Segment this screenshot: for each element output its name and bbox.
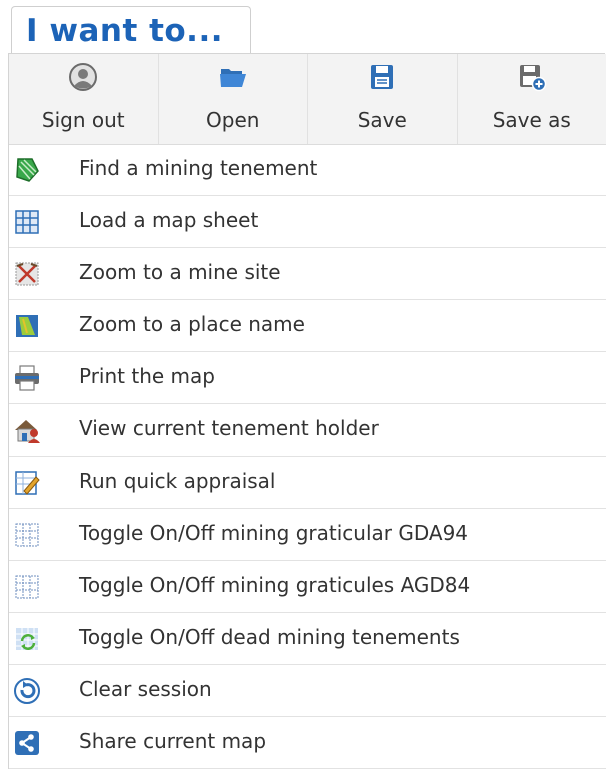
clear-refresh-icon (13, 677, 41, 705)
open-label: Open (206, 108, 260, 132)
save-as-button[interactable]: Save as (458, 54, 606, 144)
refresh-tenements-icon (13, 625, 41, 653)
menu-item-toggle-agd84[interactable]: Toggle On/Off mining graticules AGD84 (9, 561, 606, 613)
menu-item-label: Print the map (79, 364, 215, 389)
menu-item-view-tenement-holder[interactable]: View current tenement holder (9, 404, 606, 457)
toolbar: Sign out Open Save Save as (9, 54, 606, 145)
share-icon (13, 729, 41, 757)
menu-item-label: Load a map sheet (79, 208, 259, 233)
menu-item-label: Toggle On/Off mining graticular GDA94 (79, 520, 469, 545)
save-label: Save (357, 108, 407, 132)
folder-open-icon (218, 62, 248, 92)
mine-site-icon (13, 260, 41, 288)
menu-item-zoom-mine-site[interactable]: Zoom to a mine site (9, 248, 606, 301)
menu-item-label: Find a mining tenement (79, 156, 318, 180)
floppy-disk-plus-icon (517, 62, 547, 92)
printer-icon (13, 364, 41, 392)
menu-item-label: Toggle On/Off mining graticules AGD84 (79, 572, 471, 597)
menu-item-label: View current tenement holder (79, 416, 379, 441)
menu-item-zoom-place-name[interactable]: Zoom to a place name (9, 300, 606, 353)
page-title: I want to... (26, 13, 224, 49)
menu-item-load-map-sheet[interactable]: Load a map sheet (9, 196, 606, 249)
sign-out-label: Sign out (41, 108, 125, 132)
menu-item-label: Run quick appraisal (79, 468, 276, 493)
save-button[interactable]: Save (308, 54, 458, 144)
sign-out-button[interactable]: Sign out (9, 54, 159, 144)
action-menu: Find a mining tenement Load a map sheet … (9, 144, 606, 769)
place-map-icon (13, 312, 41, 340)
tenement-polygon-icon (13, 156, 41, 184)
menu-item-label: Share current map (79, 729, 267, 754)
map-grid-icon (13, 208, 41, 236)
menu-item-quick-appraisal[interactable]: Run quick appraisal (9, 457, 606, 509)
graticule-grid-icon (13, 573, 41, 601)
menu-item-label: Zoom to a mine site (79, 260, 281, 285)
menu-item-clear-session[interactable]: Clear session (9, 665, 606, 718)
menu-item-find-tenement[interactable]: Find a mining tenement (9, 144, 606, 197)
menu-item-label: Zoom to a place name (79, 312, 305, 337)
open-button[interactable]: Open (159, 54, 308, 144)
menu-item-print-map[interactable]: Print the map (9, 352, 606, 405)
user-icon (68, 62, 98, 92)
i-want-to-panel: Sign out Open Save Save as Find a mining… (8, 53, 606, 769)
holder-house-icon (13, 416, 41, 444)
menu-item-toggle-dead-tenements[interactable]: Toggle On/Off dead mining tenements (9, 613, 606, 665)
save-as-label: Save as (492, 108, 571, 132)
menu-item-label: Toggle On/Off dead mining tenements (79, 624, 460, 649)
menu-item-share-map[interactable]: Share current map (9, 717, 606, 769)
graticule-grid-icon (13, 521, 41, 549)
menu-item-label: Clear session (79, 676, 212, 701)
menu-item-toggle-gda94[interactable]: Toggle On/Off mining graticular GDA94 (9, 509, 606, 561)
i-want-to-tab[interactable]: I want to... (11, 6, 251, 54)
floppy-disk-icon (367, 62, 397, 92)
appraisal-pencil-icon (13, 469, 41, 497)
